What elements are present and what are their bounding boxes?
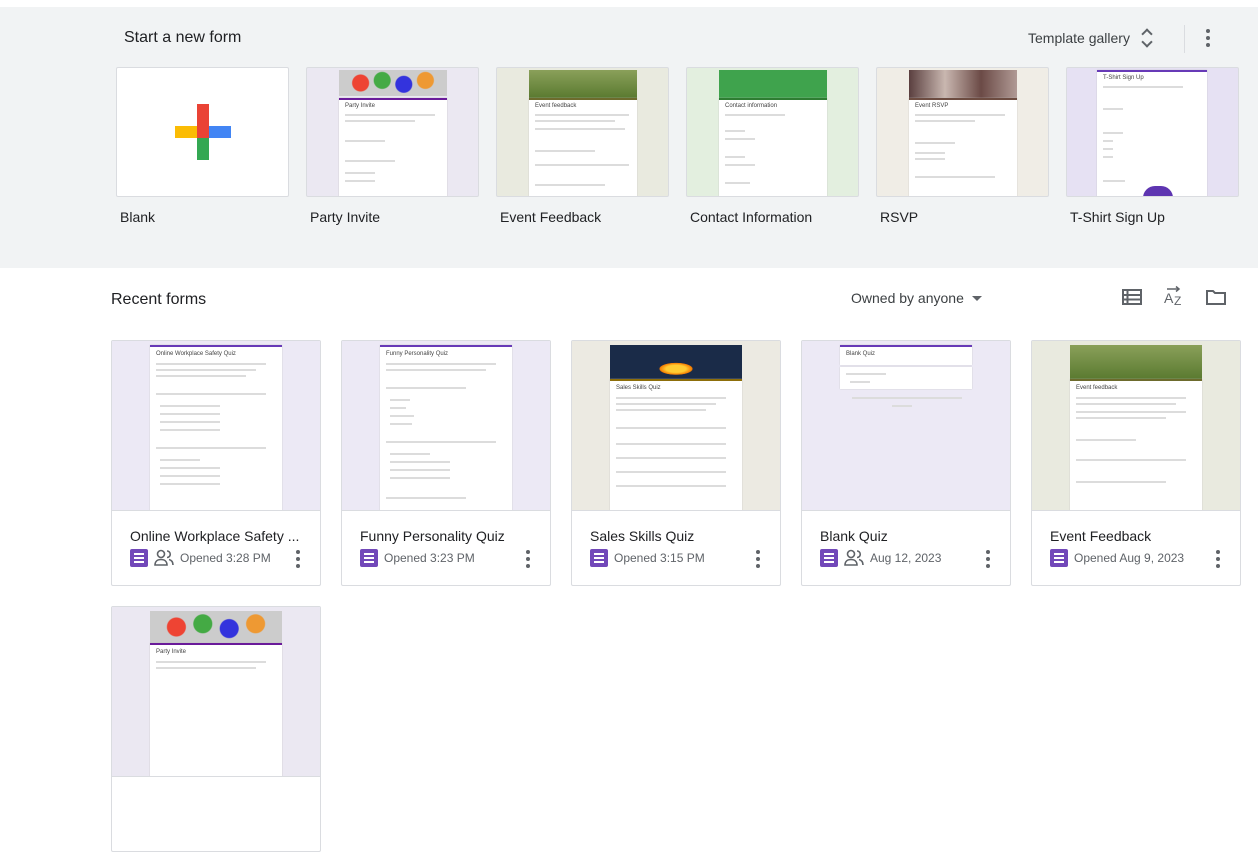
template-contact-information-thumbnail: Contact information [686,67,859,197]
caret-down-icon [971,295,982,301]
template-name: T-Shirt Sign Up [1070,209,1165,225]
top-strip [0,0,1258,7]
recent-form-card[interactable]: Party Invite [111,606,321,852]
template-gallery-button[interactable]: Template gallery [1020,23,1162,53]
form-preview-title: Blank Quiz [846,351,876,357]
template-party-invite[interactable]: Party Invite Party Invite [306,67,479,225]
forms-icon [360,549,378,567]
form-preview-title: Sales Skills Quiz [616,385,661,391]
sort-arrows-icon [1140,28,1154,48]
form-name: Blank Quiz [820,528,888,544]
form-opened-date: Aug 12, 2023 [870,551,942,565]
form-thumbnail: Funny Personality Quiz [342,341,550,511]
folder-icon[interactable] [1204,285,1228,309]
recent-form-card[interactable]: Sales Skills Quiz Sales Skills Quiz Open… [571,340,781,586]
template-name: RSVP [880,209,919,225]
template-name: Party Invite [310,209,381,225]
form-opened-date: Opened Aug 9, 2023 [1074,551,1185,565]
template-blank[interactable]: Blank [116,67,289,225]
form-meta: Opened 3:28 PM [130,549,271,567]
forms-icon [1050,549,1068,567]
shared-people-icon [154,549,174,566]
divider [1184,25,1185,53]
form-thumbnail: Event feedback [1032,341,1240,511]
template-event-feedback-thumbnail: Event feedback [496,67,669,197]
form-thumbnail: Online Workplace Safety Quiz [112,341,320,511]
template-rsvp-thumbnail: Event RSVP [876,67,1049,197]
form-preview-title: Party Invite [156,649,187,655]
form-meta: Opened Aug 9, 2023 [1050,549,1184,567]
form-thumbnail: Sales Skills Quiz [572,341,780,511]
owner-filter-label: Owned by anyone [851,290,964,306]
form-thumbnail: Blank Quiz [802,341,1010,511]
template-preview-title: Event feedback [535,103,577,109]
template-gallery-label: Template gallery [1028,30,1130,46]
start-new-form-section: Start a new form Template gallery Blank … [0,7,1258,268]
form-meta: Opened 3:15 PM [590,549,705,567]
recent-form-card[interactable]: Event feedback Event Feedback Opened Aug… [1031,340,1241,586]
forms-icon [820,549,838,567]
svg-text:A: A [1164,290,1174,306]
form-name: Sales Skills Quiz [590,528,695,544]
template-name: Event Feedback [500,209,602,225]
template-party-invite-thumbnail: Party Invite [306,67,479,197]
sort-az-icon[interactable]: AZ [1162,285,1186,309]
form-thumbnail: Party Invite [112,607,320,777]
template-tshirt-thumbnail: T-Shirt Sign Up [1066,67,1239,197]
form-preview-title: Funny Personality Quiz [386,351,449,357]
form-opened-date: Opened 3:23 PM [384,551,475,565]
form-more-options-icon[interactable] [286,547,310,571]
forms-icon [130,549,148,567]
form-preview-title: Online Workplace Safety Quiz [156,351,236,357]
form-meta: Aug 12, 2023 [820,549,941,567]
list-view-icon[interactable] [1120,285,1144,309]
template-contact-information[interactable]: Contact information Contact Information [686,67,859,225]
form-name: Online Workplace Safety ... [130,528,300,544]
start-new-form-title: Start a new form [124,29,242,46]
template-tshirt-sign-up[interactable]: T-Shirt Sign Up T-Shirt Sign Up [1066,67,1239,225]
form-more-options-icon[interactable] [976,547,1000,571]
form-opened-date: Opened 3:15 PM [614,551,705,565]
form-more-options-icon[interactable] [1206,547,1230,571]
template-preview-title: T-Shirt Sign Up [1103,75,1144,81]
more-options-icon[interactable] [1196,26,1220,50]
form-name: Event Feedback [1050,528,1152,544]
forms-icon [590,549,608,567]
template-preview-title: Contact information [725,103,778,109]
recent-form-card[interactable]: Online Workplace Safety Quiz Online Work… [111,340,321,586]
recent-form-card[interactable]: Blank Quiz Blank Quiz Aug 12, 2023 [801,340,1011,586]
svg-text:Z: Z [1174,294,1181,308]
form-meta: Opened 3:23 PM [360,549,475,567]
form-opened-date: Opened 3:28 PM [180,551,271,565]
form-name: Funny Personality Quiz [360,528,505,544]
template-preview-title: Event RSVP [915,103,949,109]
form-more-options-icon[interactable] [746,547,770,571]
template-blank-thumbnail [116,67,289,197]
form-preview-title: Event feedback [1076,385,1118,391]
template-rsvp[interactable]: Event RSVP RSVP [876,67,1049,225]
owner-filter-dropdown[interactable]: Owned by anyone [843,285,990,311]
template-event-feedback[interactable]: Event feedback Event Feedback [496,67,669,225]
recent-forms-title: Recent forms [111,291,207,308]
shared-people-icon [844,549,864,566]
form-more-options-icon[interactable] [516,547,540,571]
recent-form-card[interactable]: Funny Personality Quiz Funny Personality… [341,340,551,586]
template-name: Contact Information [690,209,813,225]
template-name: Blank [120,209,156,225]
template-preview-title: Party Invite [345,103,376,109]
